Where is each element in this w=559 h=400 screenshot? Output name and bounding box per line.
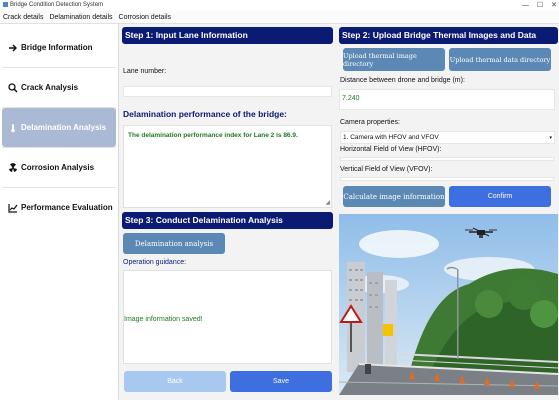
sidebar-item-crack-analysis[interactable]: Crack Analysis — [2, 68, 116, 107]
sidebar-item-label: Crack Analysis — [21, 83, 79, 92]
app-icon — [3, 1, 8, 7]
sidebar-item-label: Bridge Information — [21, 43, 93, 52]
step3-header: Step 3: Conduct Delamination Analysis — [122, 212, 333, 229]
thermometer-icon — [8, 123, 18, 133]
sidebar-item-performance-evaluation[interactable]: Performance Evaluation — [2, 188, 116, 227]
sidebar-item-corrosion-analysis[interactable]: Corrosion Analysis — [2, 148, 116, 187]
hfov-label: Horizontal Field of View (HFOV): — [340, 146, 442, 153]
sidebar-item-label: Corrosion Analysis — [21, 163, 95, 172]
line-chart-icon — [8, 203, 18, 213]
save-button[interactable]: Save — [230, 371, 332, 392]
radiation-icon — [8, 162, 18, 173]
back-button[interactable]: Back — [124, 371, 226, 392]
hfov-input[interactable] — [340, 157, 554, 161]
dropdown-arrow-icon: ▾ — [549, 135, 552, 141]
window-title: Bridge Condition Detection System — [10, 2, 104, 8]
delamination-analysis-button[interactable]: Delamination analysis — [123, 233, 225, 254]
sidebar-item-delamination-analysis[interactable]: Delamination Analysis — [2, 108, 116, 147]
performance-result-text: The delamination performance index for L… — [128, 132, 298, 139]
resize-grip-icon[interactable]: ◢ — [325, 200, 330, 206]
arrow-right-icon — [8, 43, 18, 53]
search-icon — [8, 82, 18, 93]
maximize-icon[interactable]: ☐ — [537, 0, 543, 11]
menu-bar: Crack details Delamination details Corro… — [0, 11, 559, 24]
distance-label: Distance between drone and bridge (m): — [340, 77, 465, 84]
camera-select[interactable]: 1. Camera with HFOV and VFOV ▾ — [340, 131, 555, 144]
guidance-text: Image information saved! — [124, 316, 203, 323]
upload-thermal-data-button[interactable]: Upload thermal data directory — [449, 48, 551, 71]
bridge-drone-photo — [339, 214, 558, 395]
sidebar-item-label: Delamination Analysis — [21, 123, 107, 132]
vfov-label: Vertical Field of View (VFOV): — [340, 166, 433, 173]
delamination-performance-label: Delamination performance of the bridge: — [123, 109, 287, 119]
close-icon[interactable]: ✕ — [551, 0, 557, 11]
menu-delamination-details[interactable]: Delamination details — [49, 11, 112, 23]
step2-header: Step 2: Upload Bridge Thermal Images and… — [339, 27, 558, 44]
lane-number-input[interactable] — [123, 86, 332, 97]
minimize-icon[interactable]: — — [522, 0, 529, 11]
operation-guidance-output[interactable]: Image information saved! — [123, 270, 332, 364]
sidebar: Bridge Information Crack Analysis Delami… — [0, 24, 119, 400]
sidebar-item-label: Performance Evaluation — [21, 203, 113, 212]
step1-header: Step 1: Input Lane Information — [122, 27, 333, 44]
confirm-button[interactable]: Confirm — [449, 186, 551, 207]
performance-output[interactable]: The delamination performance index for L… — [123, 125, 332, 208]
operation-guidance-label: Operation guidance: — [123, 259, 187, 266]
lane-number-label: Lane number: — [123, 68, 167, 75]
upload-thermal-image-button[interactable]: Upload thermal image directory — [343, 48, 445, 71]
sidebar-item-bridge-information[interactable]: Bridge Information — [2, 28, 116, 67]
title-bar: Bridge Condition Detection System — ☐ ✕ — [0, 0, 559, 11]
calculate-image-information-button[interactable]: Calculate image information — [343, 186, 445, 207]
camera-properties-label: Camera properties: — [340, 119, 400, 126]
menu-crack-details[interactable]: Crack details — [3, 11, 43, 23]
window-controls: — ☐ ✕ — [522, 0, 557, 11]
vfov-input[interactable] — [340, 177, 554, 181]
camera-selected-value: 1. Camera with HFOV and VFOV — [343, 134, 439, 141]
menu-corrosion-details[interactable]: Corrosion details — [119, 11, 172, 23]
distance-input[interactable]: 7.240 — [339, 89, 555, 110]
